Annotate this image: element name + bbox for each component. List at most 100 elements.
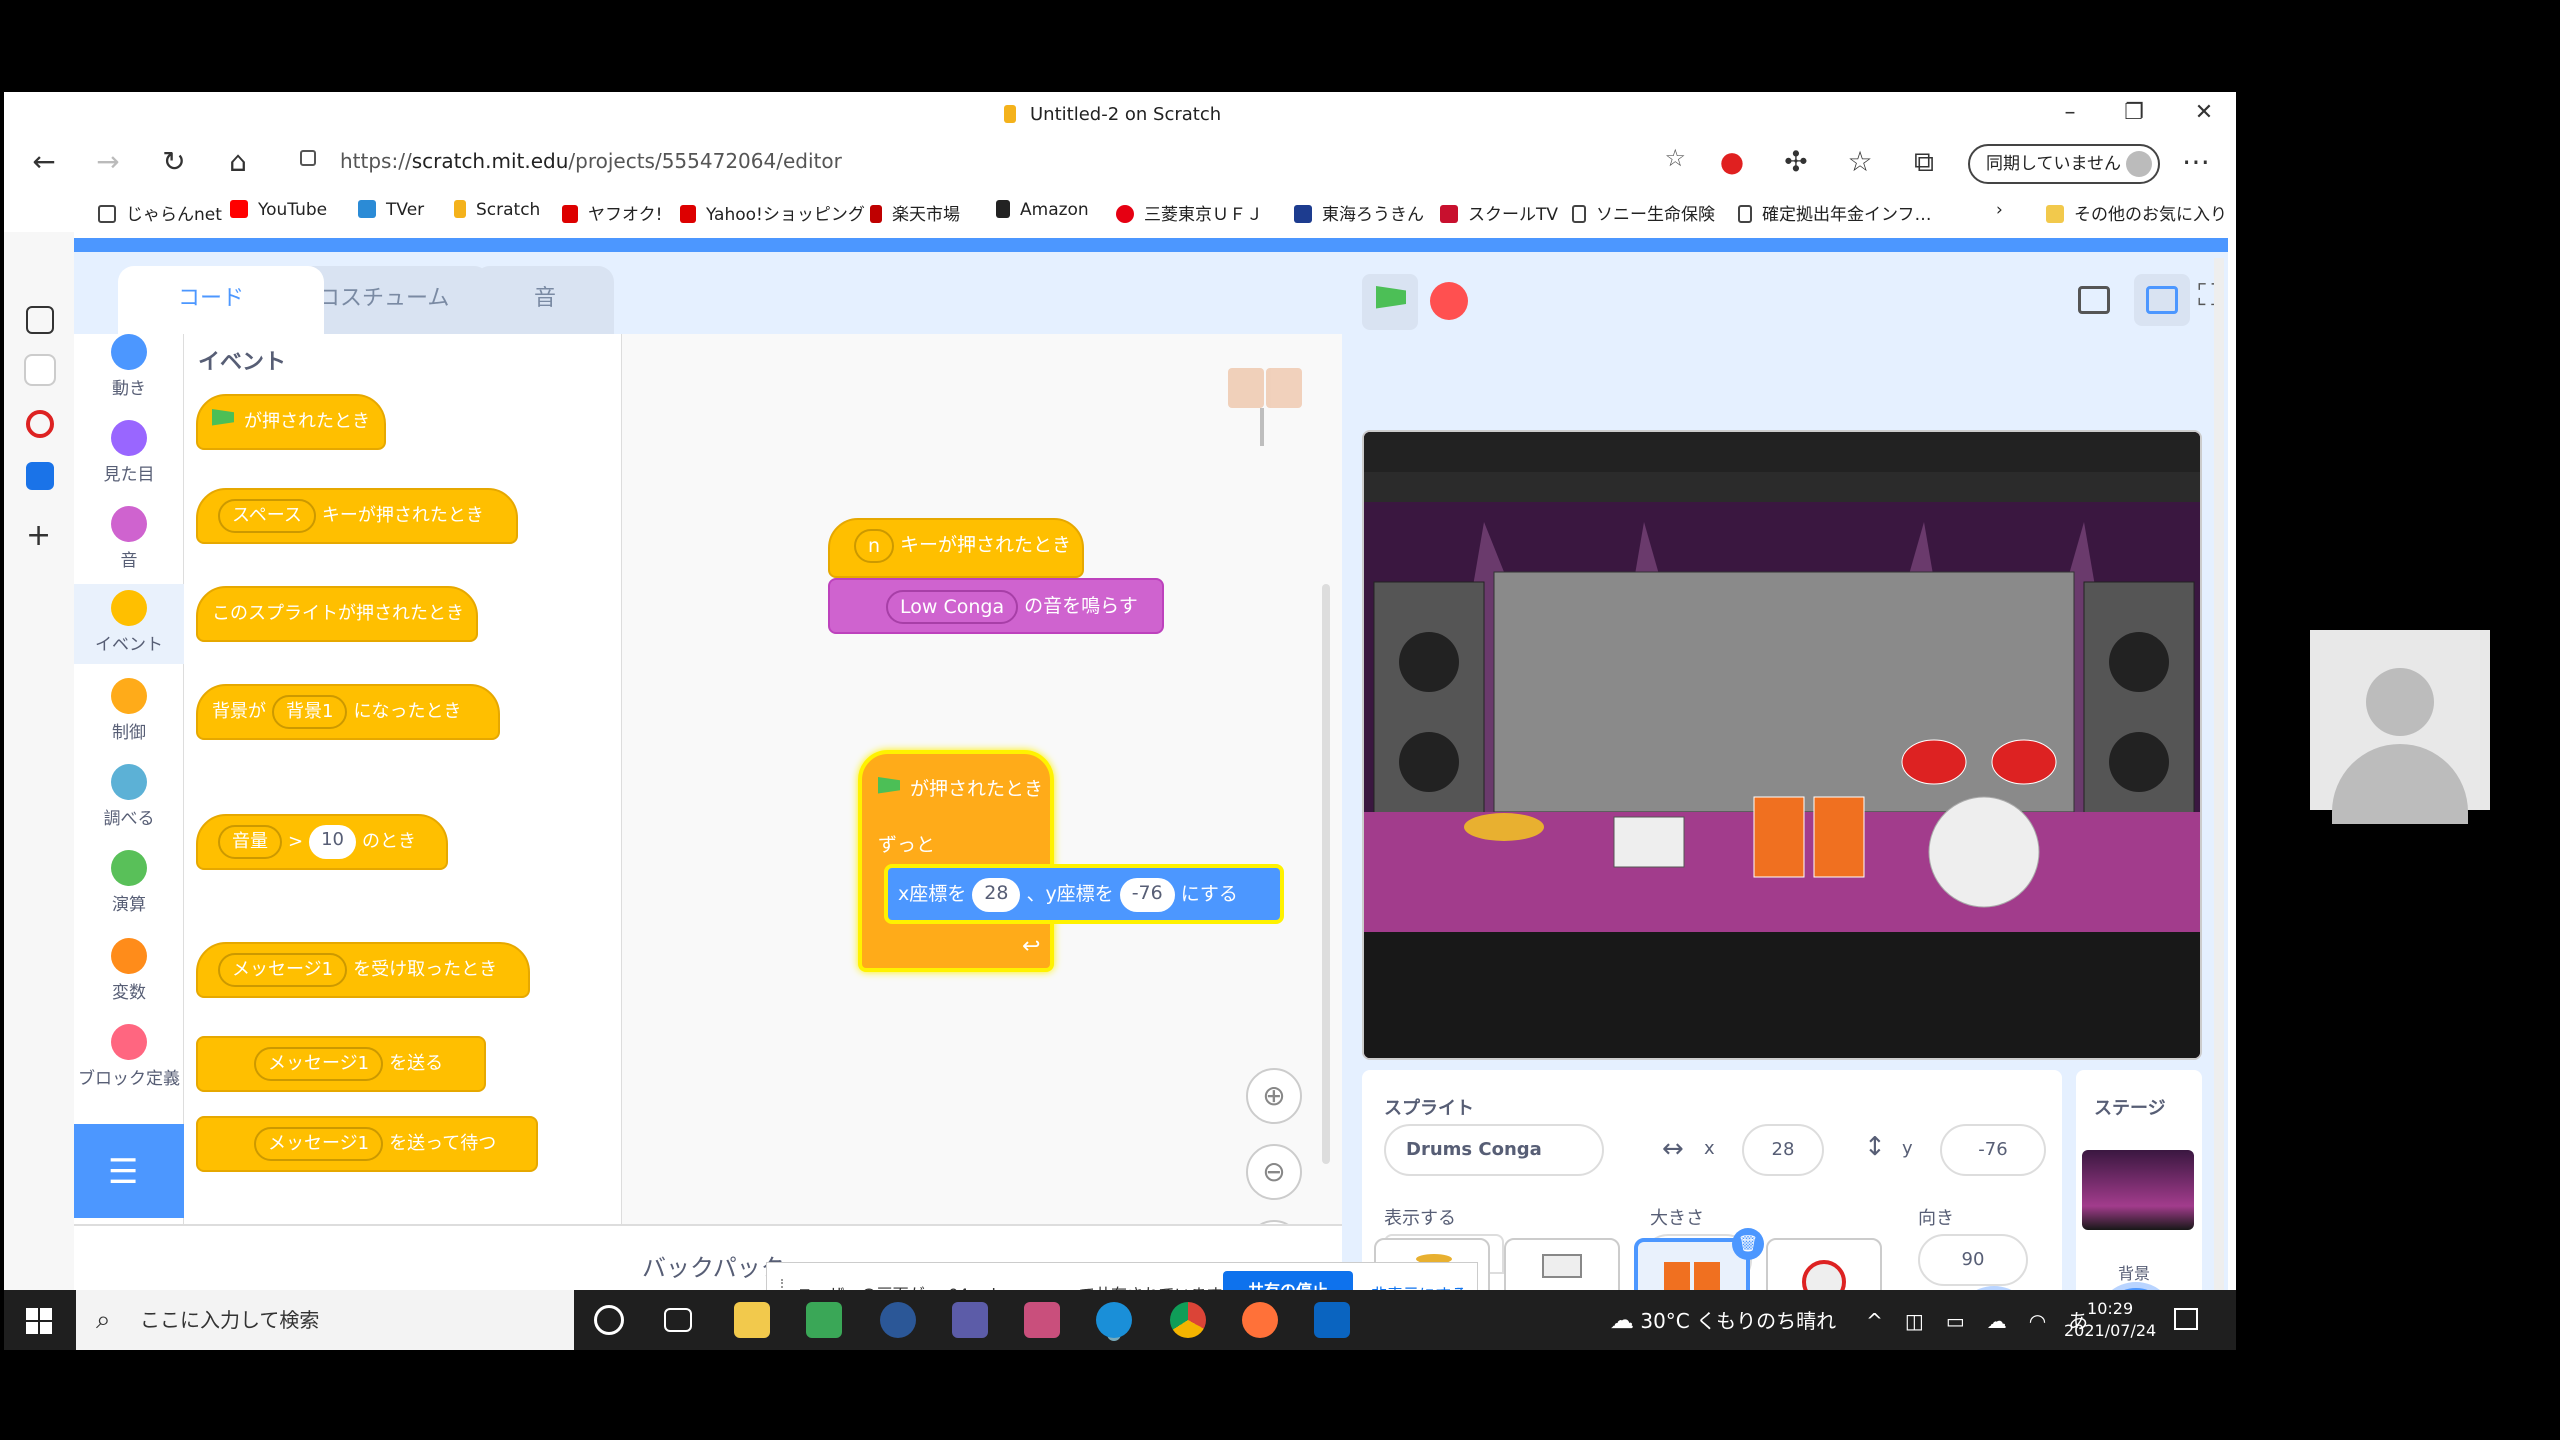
app-photos-icon[interactable] xyxy=(1024,1302,1060,1338)
tabs-icon[interactable] xyxy=(26,306,54,334)
bookmark-rakuten[interactable]: 楽天市場 xyxy=(870,200,960,225)
block-when-backdrop-switches[interactable]: 背景が 背景1 になったとき xyxy=(196,684,500,740)
category-variables[interactable]: 変数 xyxy=(74,932,184,1012)
taskbar-search[interactable]: ⌕ ここに入力して検索 xyxy=(76,1290,574,1350)
delete-sprite-icon[interactable]: 🗑 xyxy=(1732,1228,1764,1260)
bookmark-schooltv[interactable]: スクールTV xyxy=(1440,200,1558,225)
small-stage-icon[interactable] xyxy=(2078,286,2110,314)
bookmark-amazon[interactable]: Amazon xyxy=(996,200,1089,220)
bookmark-mufg[interactable]: 三菱東京ＵＦＪ xyxy=(1116,200,1263,225)
key-dropdown[interactable]: n xyxy=(854,528,895,563)
category-looks[interactable]: 見た目 xyxy=(74,414,184,494)
bookmark-other-folder[interactable]: その他のお気に入り xyxy=(2046,200,2227,225)
key-dropdown[interactable]: スペース xyxy=(218,499,316,533)
address-bar[interactable]: https://scratch.mit.edu/projects/5554720… xyxy=(276,140,1706,180)
direction-field[interactable]: 90 xyxy=(1918,1234,2028,1286)
favorites-icon[interactable]: ☆ xyxy=(1840,144,1880,180)
wifi-icon[interactable]: ◠ xyxy=(2029,1309,2046,1333)
category-myblocks[interactable]: ブロック定義 xyxy=(74,1018,184,1114)
menu-icon[interactable]: ⋯ xyxy=(2176,144,2216,180)
normal-stage-button[interactable] xyxy=(2134,274,2190,326)
red-app-icon[interactable] xyxy=(26,410,54,438)
cortana-icon[interactable] xyxy=(594,1305,624,1335)
notification-icon[interactable] xyxy=(2174,1308,2198,1330)
firefox-icon[interactable] xyxy=(1242,1302,1278,1338)
outlook-icon[interactable] xyxy=(1314,1302,1350,1338)
message-dropdown[interactable]: メッセージ1 xyxy=(254,1047,384,1081)
category-sensing[interactable]: 調べる xyxy=(74,758,184,838)
weather-text[interactable]: 30°C くもりのち晴れ xyxy=(1640,1309,1836,1333)
x-input[interactable]: 28 xyxy=(972,877,1021,912)
block-when-flag-clicked[interactable]: が押されたとき xyxy=(196,394,386,450)
bookmark-yahuoku[interactable]: ヤフオク! xyxy=(562,200,662,225)
bookmark-sony[interactable]: ソニー生命保険 xyxy=(1572,200,1715,225)
add-extension-button[interactable]: ☰ xyxy=(74,1124,184,1218)
sprite-name-field[interactable]: Drums Conga xyxy=(1384,1124,1604,1176)
chevron-up-icon[interactable]: ^ xyxy=(1866,1309,1883,1333)
favorite-add-icon[interactable]: ☆ xyxy=(1664,144,1686,172)
minimize-button[interactable]: – xyxy=(2050,98,2090,128)
bing-icon[interactable] xyxy=(26,462,54,490)
task-view-icon[interactable] xyxy=(664,1308,692,1332)
block-when-receive[interactable]: メッセージ1 を受け取ったとき xyxy=(196,942,530,998)
home-icon[interactable]: ⌂ xyxy=(218,144,258,180)
stage-thumbnail[interactable] xyxy=(2082,1150,2194,1230)
network-icon[interactable]: ◫ xyxy=(1905,1309,1924,1333)
scratch-tab-icon[interactable] xyxy=(26,356,54,384)
y-field[interactable]: -76 xyxy=(1940,1124,2046,1176)
x-field[interactable]: 28 xyxy=(1742,1124,1824,1176)
block-when-sprite-clicked[interactable]: このスプライトが押されたとき xyxy=(196,586,478,642)
bookmark-jalan[interactable]: じゃらんnet xyxy=(98,200,222,225)
add-icon[interactable]: + xyxy=(26,521,54,551)
back-icon[interactable]: ← xyxy=(24,144,64,180)
script-forever-group[interactable]: が押されたとき ずっと ↩ xyxy=(858,750,1054,972)
battery-icon[interactable]: ▭ xyxy=(1946,1309,1965,1333)
bookmark-pension[interactable]: 確定拠出年金インフ… xyxy=(1738,200,1932,225)
collections-icon[interactable]: ⧉ xyxy=(1904,144,1944,180)
bookmark-rokin[interactable]: 東海ろうきん xyxy=(1294,200,1424,225)
message-dropdown[interactable]: メッセージ1 xyxy=(218,953,348,987)
loudness-input[interactable]: 10 xyxy=(309,825,356,859)
category-events[interactable]: イベント xyxy=(74,584,184,664)
category-motion[interactable]: 動き xyxy=(74,328,184,408)
y-input[interactable]: -76 xyxy=(1119,877,1175,912)
profile-sync-button[interactable]: 同期していません xyxy=(1968,144,2160,184)
file-explorer-icon[interactable] xyxy=(734,1302,770,1338)
bookmark-youtube[interactable]: YouTube xyxy=(230,200,327,220)
message-dropdown[interactable]: メッセージ1 xyxy=(254,1127,384,1161)
category-control[interactable]: 制御 xyxy=(74,672,184,752)
green-flag-button[interactable] xyxy=(1362,274,1418,330)
windows-start-icon[interactable] xyxy=(26,1308,52,1334)
extensions-icon[interactable]: ✣ xyxy=(1776,144,1816,180)
restore-button[interactable]: ❐ xyxy=(2114,98,2154,128)
sound-dropdown[interactable]: Low Conga xyxy=(886,589,1019,624)
edge-icon[interactable] xyxy=(1096,1302,1132,1338)
app-teams-icon[interactable] xyxy=(952,1302,988,1338)
stop-button[interactable] xyxy=(1430,282,1468,320)
stage-canvas[interactable] xyxy=(1362,430,2202,1060)
script-goto-xy[interactable]: x座標を 28 、y座標を -76 にする xyxy=(884,864,1284,924)
tab-code[interactable]: コード xyxy=(118,266,324,334)
onedrive-icon[interactable]: ☁ xyxy=(1987,1309,2007,1333)
reload-icon[interactable]: ↻ xyxy=(154,144,194,180)
zoom-out-icon[interactable]: ⊖ xyxy=(1246,1144,1302,1200)
script-play-sound[interactable]: Low Conga の音を鳴らす xyxy=(828,578,1164,634)
loudness-dropdown[interactable]: 音量 xyxy=(218,825,282,859)
backdrop-dropdown[interactable]: 背景1 xyxy=(272,695,348,729)
page-scrollbar[interactable] xyxy=(2214,258,2224,1298)
forward-icon[interactable]: → xyxy=(88,144,128,180)
bookmark-yahoo-shopping[interactable]: Yahoo!ショッピング xyxy=(680,200,865,225)
close-button[interactable]: ✕ xyxy=(2184,98,2224,128)
tab-sound[interactable]: 音 xyxy=(474,266,614,334)
script-when-key-pressed[interactable]: n キーが押されたとき xyxy=(828,518,1084,578)
block-when-loudness[interactable]: 音量 >10 のとき xyxy=(196,814,448,870)
block-broadcast-and-wait[interactable]: メッセージ1 を送って待つ xyxy=(196,1116,538,1172)
app-info-icon[interactable] xyxy=(880,1302,916,1338)
chevron-right-icon[interactable]: › xyxy=(1996,200,2003,220)
bookmark-tver[interactable]: TVer xyxy=(358,200,424,220)
clock[interactable]: 10:29 2021/07/24 xyxy=(2064,1298,2156,1342)
block-broadcast[interactable]: メッセージ1 を送る xyxy=(196,1036,486,1092)
category-sound[interactable]: 音 xyxy=(74,500,184,580)
block-when-key-pressed[interactable]: スペース キーが押されたとき xyxy=(196,488,518,544)
extension-red-icon[interactable]: ● xyxy=(1712,144,1752,180)
